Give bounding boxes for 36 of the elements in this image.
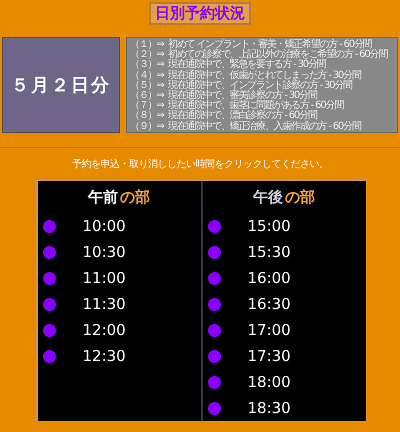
legend-number: （３）⇒ [130, 60, 166, 71]
instruction-text: 予約を申込・取り消ししたい時間をクリックしてください。 [72, 160, 328, 170]
time-slot[interactable]: 15:00 [248, 214, 291, 238]
legend-text: 現在通院中で、インプラント診察の方 - 30分間 [168, 80, 352, 91]
legend-number: （４）⇒ [130, 70, 166, 81]
time-slot[interactable]: 10:30 [82, 240, 126, 264]
time-slot[interactable]: 17:30 [248, 344, 291, 368]
page-title: 日別予約状況 [149, 2, 251, 25]
legend-number: （１）⇒ [130, 40, 166, 50]
legend-text: 現在通院中で、仮歯がとれてしまった方 - 30分間 [168, 70, 361, 81]
column-heading: 午前 [88, 186, 118, 208]
column-heading-suffix: の部 [285, 186, 315, 208]
legend-number: （９）⇒ [130, 122, 166, 132]
date-label: ５月２日分 [11, 74, 111, 98]
legend-number: （２）⇒ [130, 50, 166, 60]
time-slot[interactable]: 12:30 [82, 344, 126, 368]
time-slot[interactable]: 12:00 [82, 318, 126, 342]
column-heading-suffix: の部 [120, 186, 150, 208]
legend-text: 現在通院中で、漂白診察の方 - 60分間 [168, 111, 317, 122]
time-slot[interactable]: 11:00 [82, 266, 126, 290]
legend-text: 初めて インプラント・審美・矯正希望の方 - 60分間 [168, 40, 372, 50]
time-slot[interactable]: 10:00 [82, 214, 126, 238]
time-slot[interactable]: 18:00 [248, 370, 291, 394]
legend-number: （７）⇒ [130, 101, 166, 112]
legend-number: （６）⇒ [130, 91, 166, 102]
legend-number: （５）⇒ [130, 80, 166, 91]
time-slot[interactable]: 11:30 [82, 292, 126, 316]
column-heading: 午後 [253, 186, 283, 208]
legend-text: 現在通院中で、緊急を要する方 - 30分間 [168, 60, 326, 70]
time-slot[interactable]: 16:30 [248, 292, 291, 316]
legend-number: （８）⇒ [130, 111, 166, 122]
time-slot[interactable]: 18:30 [248, 396, 291, 420]
time-slot[interactable]: 15:30 [248, 240, 291, 264]
legend-text: 現在通院中で、矯正治療、入歯作成の方 - 60分間 [168, 122, 361, 132]
time-slot[interactable]: 17:00 [248, 318, 291, 342]
time-slot[interactable]: 16:00 [248, 266, 291, 290]
